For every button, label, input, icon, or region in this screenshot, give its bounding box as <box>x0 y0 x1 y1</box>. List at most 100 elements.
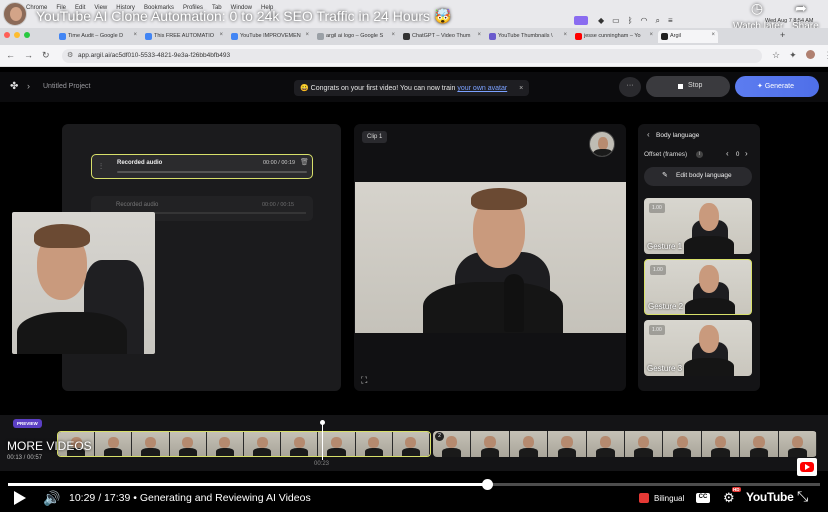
browser-tab[interactable]: jesse cunningham – Yo × <box>572 30 656 43</box>
clip-frame <box>471 431 510 457</box>
clip-frame <box>355 432 393 456</box>
offset-label: Offset (frames) <box>644 151 688 158</box>
offset-decrement-button[interactable]: ‹ <box>726 149 729 158</box>
gesture-name: Gesture 1 <box>647 242 683 251</box>
banner-close-button[interactable]: × <box>519 85 523 92</box>
avatar-thumbnail[interactable] <box>589 131 615 157</box>
back-chevron-icon[interactable]: ‹ <box>647 130 650 139</box>
clip-frame <box>701 431 741 457</box>
banner-emoji: 😀 <box>300 85 309 92</box>
playhead-handle[interactable] <box>320 420 325 425</box>
clip-frame <box>281 432 319 456</box>
youtube-logo[interactable]: YouTube <box>746 490 794 504</box>
offset-increment-button[interactable]: › <box>745 149 748 158</box>
tab-close-icon[interactable]: × <box>305 32 309 38</box>
browser-tab[interactable]: This FREE AUTOMATIO × <box>142 30 226 43</box>
tab-close-icon[interactable]: × <box>477 32 481 38</box>
tab-close-icon[interactable]: × <box>563 32 567 38</box>
clip-frame <box>132 432 170 456</box>
volume-icon[interactable]: 🔊 <box>43 490 60 507</box>
close-window-icon[interactable] <box>4 32 10 38</box>
info-icon[interactable]: i <box>696 151 703 158</box>
settings-gear-icon[interactable]: ⚙ <box>723 490 735 506</box>
clip-frame <box>625 431 664 457</box>
back-icon[interactable]: ← <box>6 50 15 61</box>
clip-frame <box>392 432 430 456</box>
browser-tab[interactable]: YouTube IMPROVEMEN × <box>228 30 312 43</box>
video-title[interactable]: YouTube AI Clone Automation: 0 to 24k SE… <box>36 8 451 25</box>
gesture-card[interactable]: 1.00 Gesture 3 <box>644 320 752 376</box>
play-icon[interactable] <box>14 491 26 505</box>
wifi-icon[interactable]: ◠ <box>641 16 648 26</box>
gesture-name: Gesture 3 <box>647 364 683 373</box>
browser-tab[interactable]: ChatGPT – Video Thum × <box>400 30 484 43</box>
chapter-separator: • <box>133 492 137 504</box>
reload-icon[interactable]: ↻ <box>42 50 50 61</box>
tab-close-icon[interactable]: × <box>649 32 653 38</box>
status-icons: ◆ ▭ ᛒ ◠ ⌕ ≡ <box>598 16 673 26</box>
timeline-clip-2[interactable] <box>433 431 817 457</box>
fullscreen-exit-icon[interactable]: ⤡ <box>797 488 808 505</box>
chapter-title[interactable]: Generating and Reviewing AI Videos <box>140 492 311 504</box>
forward-icon[interactable]: → <box>24 50 33 61</box>
person-face <box>699 325 719 353</box>
person-hair <box>471 188 527 210</box>
minimize-window-icon[interactable] <box>14 32 20 38</box>
browser-tab[interactable]: YouTube Thumbnails \ × <box>486 30 570 43</box>
browser-menu-icon[interactable]: ⋮ <box>824 50 828 61</box>
browser-tab[interactable]: argil ai logo – Google S × <box>314 30 398 43</box>
generate-button[interactable]: ✦ Generate <box>735 76 819 97</box>
tab-close-icon[interactable]: × <box>391 32 395 38</box>
audio-time: 00:00 / 00:19 <box>263 160 296 166</box>
bluetooth-icon[interactable]: ᛒ <box>628 16 633 26</box>
search-icon[interactable]: ⌕ <box>656 16 660 26</box>
app-logo-icon[interactable]: ✤ <box>10 81 18 92</box>
seek-bar[interactable] <box>8 479 820 490</box>
captions-button[interactable]: CC <box>696 493 710 503</box>
tab-label: YouTube IMPROVEMEN <box>240 33 301 39</box>
time-display: 10:29 / 17:39 • Generating and Reviewing… <box>69 492 311 504</box>
gesture-card[interactable]: 1.00 Gesture 1 <box>644 198 752 254</box>
site-info-icon[interactable]: ⚙ <box>67 51 73 59</box>
bilingual-label[interactable]: Bilingual <box>654 494 684 503</box>
preview-video[interactable] <box>355 182 626 333</box>
timeline-playhead[interactable] <box>322 422 323 460</box>
screen-record-icon[interactable] <box>574 16 588 25</box>
audio-track-selected[interactable]: ⫶ Recorded audio 00:00 / 00:19 🗑 <box>91 154 313 179</box>
stop-button[interactable]: Stop <box>646 76 730 97</box>
browser-tab[interactable]: Time Audit – Google D × <box>56 30 140 43</box>
person-body <box>685 298 735 314</box>
url-bar[interactable]: ⚙ app.argil.ai/ac5df010-5533-4821-9e3a-f… <box>62 49 762 63</box>
youtube-subscribe-icon[interactable] <box>797 458 817 476</box>
browser-tab[interactable]: Argil × <box>658 30 718 43</box>
train-avatar-link[interactable]: your own avatar <box>457 85 507 92</box>
watch-later-button[interactable]: ◷ <box>742 0 772 17</box>
tab-label: ChatGPT – Video Thum <box>412 33 471 39</box>
more-videos-label[interactable]: MORE VIDEOS <box>7 439 92 453</box>
seek-bar-handle[interactable] <box>482 479 494 490</box>
more-options-button[interactable]: ··· <box>619 77 641 97</box>
fullscreen-preview-icon[interactable]: ⛶ <box>361 375 367 386</box>
share-icon[interactable]: ➦ <box>795 0 807 17</box>
edit-body-language-button[interactable]: ✎ Edit body language <box>644 167 752 186</box>
extensions-icon[interactable]: ✦ <box>789 50 797 61</box>
new-tab-button[interactable]: + <box>780 30 785 40</box>
battery-icon[interactable]: ▭ <box>612 16 620 26</box>
bilingual-icon[interactable] <box>639 493 649 503</box>
tab-close-icon[interactable]: × <box>711 32 715 38</box>
person-body <box>684 358 734 376</box>
dropbox-icon[interactable]: ◆ <box>598 16 604 26</box>
control-center-icon[interactable]: ≡ <box>668 16 673 26</box>
tab-close-icon[interactable]: × <box>219 32 223 38</box>
maximize-window-icon[interactable] <box>24 32 30 38</box>
timeline-clip-1[interactable] <box>57 431 431 457</box>
bookmark-icon[interactable]: ☆ <box>772 50 780 61</box>
channel-avatar[interactable] <box>3 2 27 26</box>
project-name[interactable]: Untitled Project <box>43 83 90 90</box>
audio-progress-track[interactable] <box>117 171 307 173</box>
toolbar-icons: ☆ ✦ ⋮ <box>772 50 828 61</box>
gesture-card-selected[interactable]: 1.00 Gesture 2 <box>644 259 752 315</box>
profile-icon[interactable] <box>805 50 815 59</box>
trash-icon[interactable]: 🗑 <box>300 158 309 166</box>
tab-close-icon[interactable]: × <box>133 32 137 38</box>
